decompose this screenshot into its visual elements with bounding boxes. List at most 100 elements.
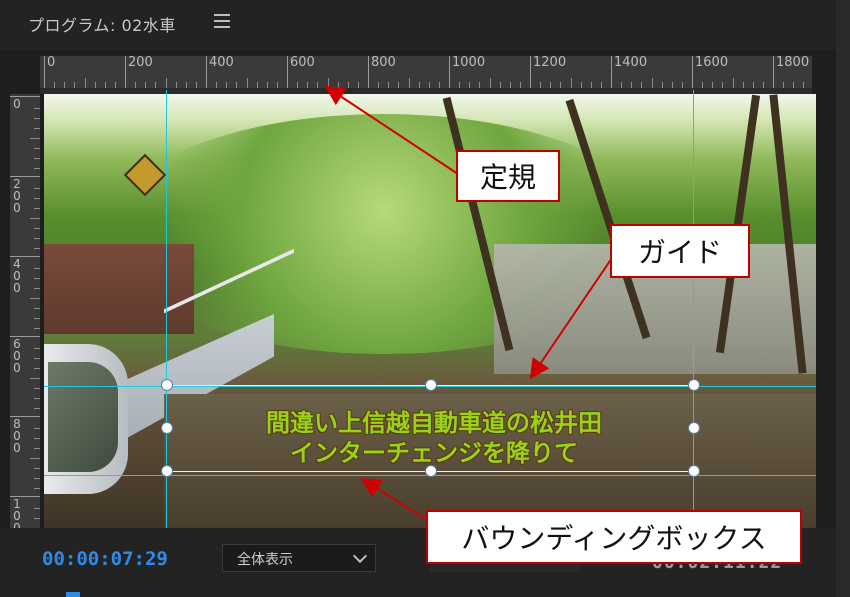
- ruler-minor-tick: [34, 148, 40, 149]
- ruler-minor-tick: [34, 368, 40, 369]
- ruler-minor-tick: [30, 218, 40, 219]
- ruler-minor-tick: [34, 448, 40, 449]
- ruler-minor-tick: [84, 78, 86, 88]
- ruler-minor-tick: [34, 248, 40, 249]
- chevron-down-icon: [352, 548, 368, 564]
- ruler-minor-tick: [34, 128, 40, 129]
- ruler-minor-tick: [34, 358, 40, 359]
- ruler-minor-tick: [34, 108, 40, 109]
- bbox-handle-middle-left[interactable]: [161, 422, 173, 434]
- ruler-tick-label: 800: [371, 55, 396, 70]
- ruler-major-tick: [125, 56, 126, 88]
- ruler-minor-tick: [570, 78, 572, 88]
- car-mirror-glass: [48, 362, 118, 472]
- ruler-tick-label: 200: [13, 177, 21, 215]
- guide-callout: ガイド: [610, 224, 750, 278]
- ruler-major-tick: [44, 56, 45, 88]
- zoom-level-dropdown[interactable]: 全体表示: [222, 544, 376, 572]
- ruler-tick-label: 1600: [695, 55, 729, 70]
- ruler-minor-tick: [651, 78, 653, 88]
- ruler-major-tick: [692, 56, 693, 88]
- bbox-handle-middle-right[interactable]: [688, 422, 700, 434]
- ruler-major-tick: [773, 56, 774, 88]
- bounding-box-callout: バウンディングボックス: [426, 510, 802, 564]
- playhead-marker[interactable]: [66, 592, 80, 597]
- ruler-minor-tick: [34, 238, 40, 239]
- ruler-minor-tick: [34, 518, 40, 519]
- ruler-minor-tick: [34, 268, 40, 269]
- ruler-major-tick: [449, 56, 450, 88]
- ruler-major-tick: [287, 56, 288, 88]
- ruler-tick-label: 1400: [614, 55, 648, 70]
- ruler-tick-label: 1200: [533, 55, 567, 70]
- panel-scrollbar[interactable]: [836, 0, 850, 597]
- ruler-tick-label: 400: [209, 55, 234, 70]
- bbox-handle-top-right[interactable]: [688, 379, 700, 391]
- ruler-minor-tick: [34, 488, 40, 489]
- ruler-tick-label: 600: [13, 337, 21, 375]
- ruler-tick-label: 1800: [776, 55, 810, 70]
- ruler-minor-tick: [30, 378, 40, 379]
- ruler-tick-label: 0: [47, 55, 56, 70]
- ruler-minor-tick: [246, 78, 248, 88]
- ruler-minor-tick: [34, 408, 40, 409]
- ruler-minor-tick: [327, 78, 329, 88]
- bbox-handle-top-left[interactable]: [161, 379, 173, 391]
- playhead-timecode[interactable]: 00:00:07:29: [42, 548, 168, 570]
- caption-line-2: インターチェンジを降りて: [290, 439, 578, 467]
- ruler-major-tick: [368, 56, 369, 88]
- ruler-tick-label: 200: [128, 55, 153, 70]
- bbox-handle-bottom-left[interactable]: [161, 465, 173, 477]
- ruler-minor-tick: [732, 78, 734, 88]
- ruler-callout: 定規: [456, 150, 560, 202]
- program-video-frame: 間違い上信越自動車道の松井田 インターチェンジを降りて: [44, 94, 816, 528]
- vertical-ruler: 0200400600800100: [10, 94, 40, 534]
- ruler-tick-label: 400: [13, 257, 21, 295]
- ruler-minor-tick: [34, 188, 40, 189]
- ruler-minor-tick: [489, 78, 491, 88]
- ruler-minor-tick: [34, 158, 40, 159]
- ruler-minor-tick: [34, 468, 40, 469]
- ruler-major-tick: [611, 56, 612, 88]
- ruler-minor-tick: [30, 298, 40, 299]
- ruler-minor-tick: [30, 138, 40, 139]
- ruler-minor-tick: [165, 78, 167, 88]
- program-monitor-title: プログラム: 02水車: [28, 16, 176, 35]
- ruler-minor-tick: [34, 348, 40, 349]
- caption-line-1: 間違い上信越自動車道の松井田: [266, 409, 602, 437]
- ruler-major-tick: [206, 56, 207, 88]
- ruler-minor-tick: [34, 328, 40, 329]
- ruler-minor-tick: [34, 208, 40, 209]
- vertical-guide[interactable]: [693, 90, 694, 530]
- ruler-minor-tick: [34, 278, 40, 279]
- ruler-tick-label: 1000: [452, 55, 486, 70]
- ruler-minor-tick: [408, 78, 410, 88]
- ruler-minor-tick: [34, 508, 40, 509]
- ruler-minor-tick: [34, 118, 40, 119]
- horizontal-ruler: 0 200 400 600 800 1000 1200 1400 1600 1800: [40, 55, 812, 88]
- ruler-minor-tick: [34, 438, 40, 439]
- ruler-tick-label: 0: [13, 97, 21, 111]
- ruler-minor-tick: [34, 398, 40, 399]
- ruler-minor-tick: [34, 388, 40, 389]
- ruler-minor-tick: [34, 228, 40, 229]
- bbox-handle-top-center[interactable]: [425, 379, 437, 391]
- bbox-handle-bottom-right[interactable]: [688, 465, 700, 477]
- bbox-handle-bottom-center[interactable]: [425, 465, 437, 477]
- ruler-tick-label: 800: [13, 417, 21, 455]
- ruler-minor-tick: [34, 478, 40, 479]
- ruler-tick-label: 600: [290, 55, 315, 70]
- hamburger-menu-icon[interactable]: [214, 14, 230, 28]
- ruler-minor-tick: [30, 458, 40, 459]
- ruler-minor-tick: [34, 288, 40, 289]
- caption-text[interactable]: 間違い上信越自動車道の松井田 インターチェンジを降りて: [144, 408, 724, 468]
- zoom-level-value: 全体表示: [237, 552, 293, 568]
- panel-header: プログラム: 02水車: [0, 0, 836, 50]
- vertical-guide[interactable]: [166, 90, 167, 530]
- ruler-major-tick: [530, 56, 531, 88]
- ruler-minor-tick: [34, 198, 40, 199]
- ruler-minor-tick: [34, 318, 40, 319]
- ruler-minor-tick: [34, 308, 40, 309]
- ruler-minor-tick: [34, 168, 40, 169]
- ruler-minor-tick: [34, 428, 40, 429]
